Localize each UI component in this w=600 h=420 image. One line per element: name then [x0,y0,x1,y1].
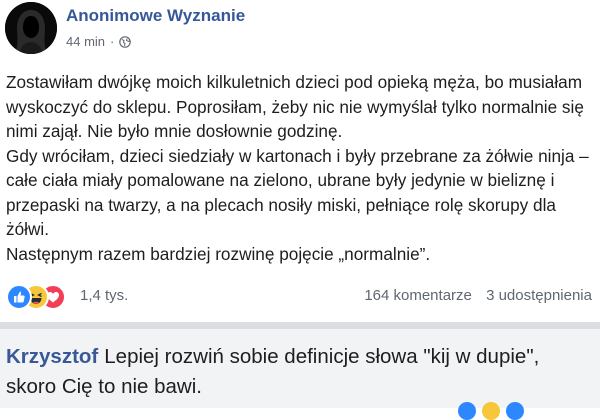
section-divider [0,322,600,329]
reactions-count[interactable]: 1,4 tys. [80,287,128,304]
meta-separator: · [110,34,115,49]
post-paragraph: Gdy wróciłam, dzieci siedziały w kartona… [6,145,589,240]
like-icon [506,402,524,420]
hooded-figure-icon [5,2,57,54]
post-body: Zostawiłam dwójkę moich kilkuletnich dzi… [6,70,594,266]
like-icon [458,402,476,420]
post-engagement-stats: 164 komentarze 3 udostępnienia [364,287,592,304]
haha-icon [482,402,500,420]
post-author[interactable]: Anonimowe Wyznanie [66,6,245,26]
post-paragraph: Zostawiłam dwójkę moich kilkuletnich dzi… [6,72,584,141]
post-stats-bar: 1,4 tys. 164 komentarze 3 udostępnienia [0,281,600,313]
like-icon [6,284,32,310]
post-paragraph: Następnym razem bardziej rozwinę pojęcie… [6,243,431,264]
comment: Krzysztof Lepiej rozwiń sobie definicje s… [0,329,600,420]
post-time[interactable]: 44 min [66,34,105,49]
shares-count[interactable]: 3 udostępnienia [486,287,592,304]
post-meta: 44 min · [66,34,132,49]
post-card: Anonimowe Wyznanie 44 min · Zostawiłam d… [0,0,600,322]
reaction-icons[interactable] [6,284,78,310]
comment-reaction-icons[interactable] [458,402,528,420]
comment-body: Krzysztof Lepiej rozwiń sobie definicje s… [6,342,586,402]
globe-icon[interactable] [119,35,132,48]
comments-count[interactable]: 164 komentarze [364,287,472,304]
comment-author[interactable]: Krzysztof [6,345,98,368]
avatar[interactable] [5,2,57,54]
